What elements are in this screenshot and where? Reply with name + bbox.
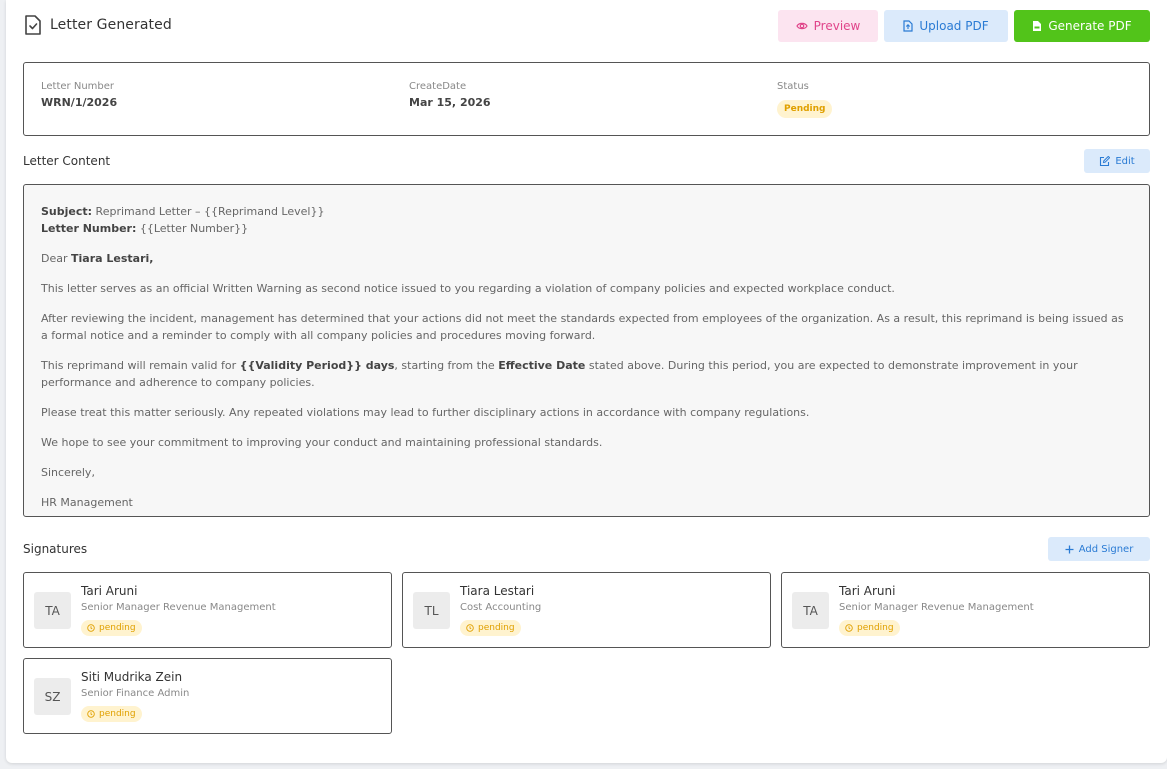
salutation-text: Dear [41, 252, 71, 265]
letter-number-inline-label: Letter Number: [41, 222, 137, 235]
add-signer-label: Add Signer [1078, 543, 1134, 555]
signer-name: Tiara Lestari [460, 584, 535, 598]
eye-icon [795, 22, 808, 30]
signer-card[interactable]: TL Tiara Lestari Cost Accounting pending [402, 572, 771, 648]
effective-date: Effective Date [498, 359, 586, 372]
letter-content-body: Subject: Reprimand Letter – {{Reprimand … [23, 184, 1150, 517]
clock-icon [87, 624, 95, 632]
signer-name: Siti Mudrika Zein [81, 670, 183, 684]
generate-label: Generate PDF [1048, 19, 1132, 33]
letter-number-value: WRN/1/2026 [41, 96, 118, 109]
paragraph-5: We hope to see your commitment to improv… [41, 436, 603, 449]
preview-button[interactable]: Preview [778, 10, 878, 42]
signer-status-badge: pending [460, 620, 521, 636]
signer-role: Senior Manager Revenue Management [81, 602, 276, 613]
signer-card[interactable]: TA Tari Aruni Senior Manager Revenue Man… [781, 572, 1150, 648]
upload-label: Upload PDF [919, 19, 989, 33]
upload-pdf-button[interactable]: Upload PDF [884, 10, 1008, 42]
signer-status: pending [857, 623, 894, 633]
subject-line: Subject: Reprimand Letter – {{Reprimand … [41, 205, 324, 218]
header-actions: Preview Upload PDF Generate PDF [778, 10, 1150, 42]
paragraph-3: This reprimand will remain valid for {{V… [41, 357, 1132, 391]
signer-role: Cost Accounting [460, 602, 542, 613]
signer-name: Tari Aruni [839, 584, 896, 598]
paragraph-4: Please treat this matter seriously. Any … [41, 406, 810, 419]
letter-content-title: Letter Content [23, 154, 111, 168]
document-check-icon [25, 15, 41, 35]
file-upload-icon [903, 20, 913, 32]
letter-number-inline-value: {{Letter Number}} [136, 222, 249, 235]
file-pdf-icon [1033, 21, 1042, 31]
signer-card[interactable]: SZ Siti Mudrika Zein Senior Finance Admi… [23, 658, 392, 734]
paragraph-2: After reviewing the incident, management… [41, 312, 1124, 342]
closing: Sincerely, [41, 466, 95, 479]
avatar: TA [792, 592, 829, 629]
status-badge: Pending [777, 100, 833, 118]
recipient-name: Tiara Lestari, [71, 252, 154, 265]
subject-label: Subject: [41, 205, 93, 218]
edit-button[interactable]: Edit [1084, 149, 1150, 173]
p3-part-a: This reprimand will remain valid for [41, 359, 240, 372]
signer-status: pending [478, 623, 515, 633]
signer-card[interactable]: TA Tari Aruni Senior Manager Revenue Man… [23, 572, 392, 648]
avatar: TA [34, 592, 71, 629]
clock-icon [87, 710, 95, 718]
generate-pdf-button[interactable]: Generate PDF [1014, 10, 1150, 42]
create-date-field: CreateDate Mar 15, 2026 [409, 81, 491, 109]
signer-status-badge: pending [81, 706, 142, 722]
p3-part-c: , starting from the [394, 359, 499, 372]
signer-status-badge: pending [81, 620, 142, 636]
signer-role: Senior Finance Admin [81, 688, 190, 699]
signer-name: Tari Aruni [81, 584, 138, 598]
avatar: SZ [34, 678, 71, 715]
signer-status-badge: pending [839, 620, 900, 636]
create-date-label: CreateDate [409, 81, 467, 92]
status-field: Status Pending [777, 81, 833, 118]
create-date-value: Mar 15, 2026 [409, 96, 491, 109]
subject-value: Reprimand Letter – {{Reprimand Level}} [92, 205, 325, 218]
paragraph-1: This letter serves as an official Writte… [41, 282, 895, 295]
page-header: Letter Generated [24, 14, 172, 36]
add-signer-button[interactable]: Add Signer [1048, 537, 1150, 561]
preview-label: Preview [813, 19, 861, 33]
salutation: Dear Tiara Lestari, [41, 250, 1132, 267]
signatures-title: Signatures [23, 542, 88, 556]
validity-period: {{Validity Period}} days [239, 359, 395, 372]
signer-status: pending [99, 709, 136, 719]
letter-number-line: Letter Number: {{Letter Number}} [41, 222, 248, 235]
page-title: Letter Generated [50, 17, 172, 33]
edit-label: Edit [1115, 155, 1135, 167]
letter-number-field: Letter Number WRN/1/2026 [41, 81, 117, 109]
edit-icon [1100, 155, 1111, 166]
sender: HR Management [41, 496, 133, 509]
letter-number-label: Letter Number [41, 81, 115, 92]
signer-status: pending [99, 623, 136, 633]
plus-icon [1065, 545, 1074, 553]
avatar: TL [413, 592, 450, 629]
clock-icon [466, 624, 474, 632]
status-label: Status [777, 81, 809, 92]
clock-icon [845, 624, 853, 632]
signer-role: Senior Manager Revenue Management [839, 602, 1034, 613]
letter-info-panel: Letter Number WRN/1/2026 CreateDate Mar … [23, 62, 1150, 136]
